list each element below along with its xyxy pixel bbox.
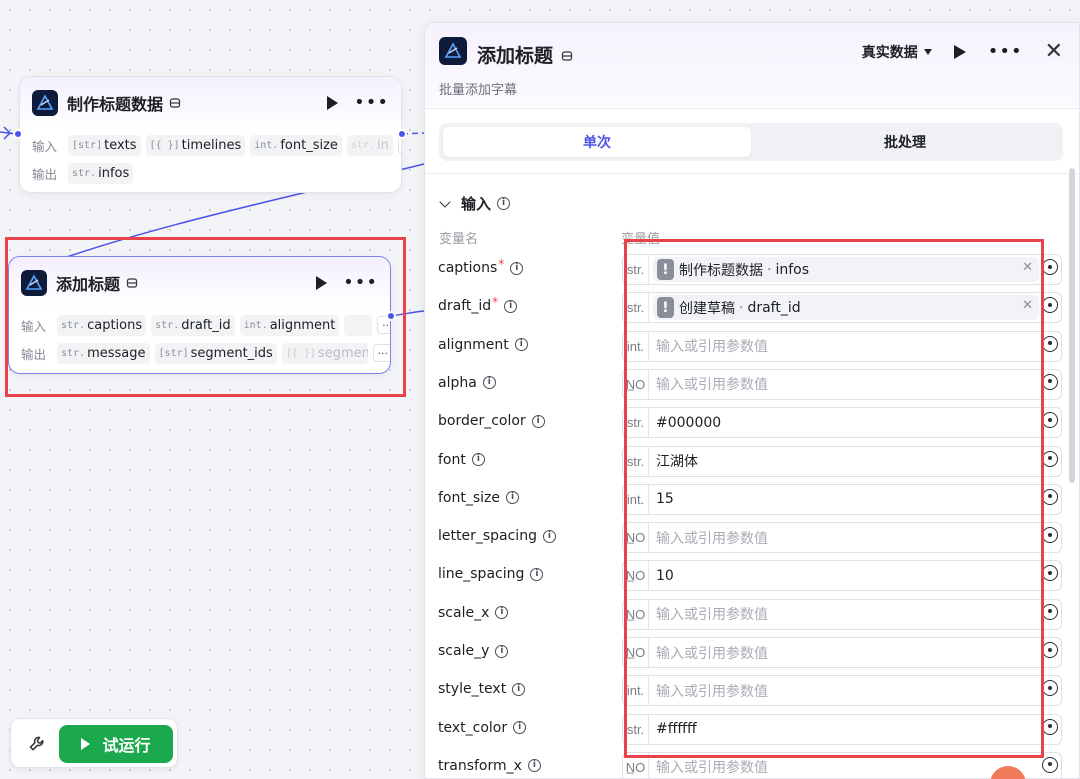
test-run-button[interactable]: 试运行 (59, 725, 173, 763)
reference-variable-icon[interactable] (1042, 603, 1058, 620)
param-name: border_color i (438, 413, 545, 429)
chevron-down-icon (439, 195, 451, 208)
data-mode-dropdown[interactable]: 真实数据 (862, 42, 932, 62)
info-icon[interactable]: i (531, 414, 545, 428)
plugin-logo-icon (32, 90, 58, 116)
info-icon[interactable]: i (482, 376, 496, 390)
reference-variable-icon[interactable] (1042, 259, 1058, 275)
reference-variable-icon[interactable] (1042, 488, 1058, 505)
param-name: font i (438, 452, 485, 468)
info-icon[interactable]: i (530, 567, 544, 581)
param-name: scale_y i (438, 643, 509, 659)
reference-variable-icon[interactable] (1042, 450, 1058, 467)
info-icon[interactable]: i (542, 529, 556, 543)
info-icon[interactable]: i (471, 453, 485, 466)
info-icon[interactable]: i (506, 491, 520, 505)
required-mark: * (492, 295, 499, 310)
param-name: scale_x i (438, 605, 509, 621)
param-name: font_size i (438, 490, 520, 506)
info-icon[interactable]: i (504, 299, 518, 313)
wrench-icon[interactable] (27, 734, 47, 754)
param-name: transform_x i (438, 758, 541, 774)
tab-batch[interactable]: 批处理 (751, 127, 1059, 157)
info-icon[interactable]: i (512, 682, 526, 696)
database-icon (561, 51, 573, 61)
play-icon (81, 738, 91, 750)
param-name: letter_spacing i (438, 528, 556, 544)
panel-subtitle: 批量添加字幕 (439, 83, 518, 98)
close-icon[interactable]: ✕ (1045, 41, 1063, 63)
run-node-icon[interactable] (327, 96, 339, 110)
reference-variable-icon[interactable] (1042, 335, 1058, 352)
input-tag: str. in (346, 134, 393, 156)
output-port[interactable] (397, 129, 407, 139)
more-options-icon[interactable]: ••• (988, 43, 1023, 61)
input-tag: [str] texts (68, 134, 141, 156)
info-icon[interactable]: i (514, 338, 528, 352)
info-icon[interactable]: i (497, 197, 511, 210)
param-name: alignment i (438, 337, 528, 353)
info-icon[interactable]: i (527, 759, 541, 773)
bottom-toolbar: 试运行 (10, 718, 178, 768)
reference-variable-icon[interactable] (1042, 718, 1058, 735)
mode-tabs: 单次 批处理 (439, 123, 1063, 161)
scrollbar[interactable] (1069, 168, 1075, 483)
param-name: captions * i (438, 257, 524, 276)
workflow-node-make-title-data[interactable]: 制作标题数据 ••• 输入 [str] texts [{ }] timelines … (19, 76, 402, 193)
run-icon[interactable] (953, 45, 966, 59)
highlight-box-values (624, 239, 1044, 758)
required-mark: * (498, 257, 505, 271)
input-section-header[interactable]: 输入 i (439, 193, 511, 214)
input-tag: int. font_size (250, 134, 342, 156)
reference-variable-icon[interactable] (1042, 642, 1058, 658)
param-name: alpha i (438, 375, 496, 391)
node-title: 制作标题数据 (67, 95, 164, 114)
info-icon[interactable]: i (513, 721, 527, 735)
database-icon (169, 98, 181, 108)
caret-down-icon (923, 49, 932, 55)
column-header-name: 变量名 (439, 232, 479, 247)
param-name: text_color i (438, 720, 527, 736)
highlight-box-node (5, 237, 406, 397)
output-tag: str. infos (68, 162, 134, 184)
more-options-icon[interactable]: ••• (354, 94, 389, 112)
output-label: 输出 (32, 166, 58, 182)
divider (425, 173, 1079, 174)
input-port[interactable] (13, 129, 23, 139)
input-tag: [{ }] timelines (145, 134, 246, 156)
panel-header: 添加标题 批量添加字幕 真实数据 ••• ✕ (425, 23, 1079, 109)
info-icon[interactable]: i (495, 644, 509, 658)
input-label: 输入 (32, 138, 58, 154)
reference-variable-icon[interactable] (1042, 527, 1058, 544)
plugin-logo-icon (439, 37, 467, 65)
panel-title: 添加标题 (477, 41, 573, 68)
info-icon[interactable]: i (495, 606, 509, 620)
param-name: line_spacing i (438, 566, 544, 582)
param-name: draft_id * i (438, 295, 518, 314)
reference-variable-icon[interactable] (1042, 373, 1058, 390)
reference-variable-icon[interactable] (1042, 756, 1058, 773)
info-icon[interactable]: i (510, 261, 524, 275)
param-input-placeholder[interactable]: 输入或引用参数值 (649, 757, 768, 777)
param-name: style_text i (438, 681, 526, 697)
tab-single[interactable]: 单次 (443, 127, 751, 157)
